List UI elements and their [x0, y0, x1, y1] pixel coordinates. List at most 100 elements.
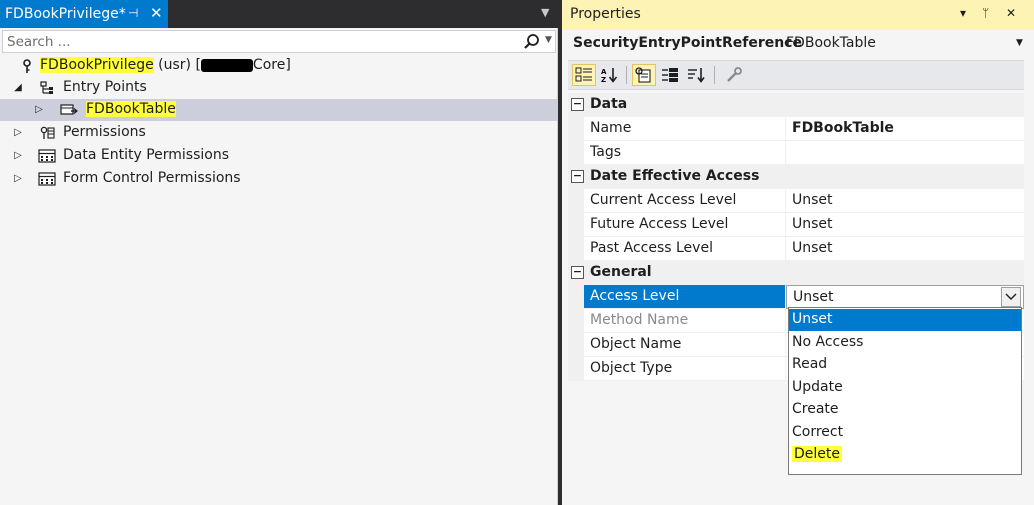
property-value[interactable]: FDBookTable — [786, 117, 1024, 141]
sort-alphabetical-icon: A Z — [601, 68, 618, 83]
entry-point-icon — [60, 104, 78, 115]
category-label: Date Effective Access — [590, 168, 760, 184]
tree-node-label: Form Control Permissions — [63, 170, 241, 186]
tree-node-label: Data Entity Permissions — [63, 147, 230, 163]
category-data[interactable]: − Data — [568, 93, 1024, 117]
property-pages-icon — [662, 68, 678, 82]
collapsed-arrow-icon[interactable]: ▷ — [13, 127, 23, 138]
property-row-current-access-level[interactable]: Current Access Level Unset — [568, 189, 1024, 213]
search-input[interactable] — [7, 33, 507, 50]
dropdown-option-read[interactable]: Read — [789, 354, 1021, 376]
chevron-down-icon[interactable] — [1001, 287, 1021, 307]
collapsed-arrow-icon[interactable]: ▷ — [13, 150, 23, 161]
document-tab-bar: FDBookPrivilege* ⊣ ✕ ▼ — [0, 0, 558, 28]
property-name: Name — [584, 117, 786, 141]
alphabetical-button[interactable]: A Z — [598, 64, 622, 86]
property-row-tags[interactable]: Tags — [568, 141, 1024, 165]
window-position-dropdown-icon[interactable]: ▾ — [960, 6, 966, 20]
access-level-dropdown-list: Unset No Access Read Update Create Corre… — [788, 307, 1022, 475]
pin-icon[interactable]: ᛘ — [982, 6, 989, 20]
sort-icon — [688, 68, 705, 83]
tab-list-dropdown-icon[interactable]: ▼ — [541, 6, 549, 19]
property-value[interactable]: Unset — [786, 213, 1024, 237]
object-type-label: SecurityEntryPointReference — [573, 35, 802, 51]
search-options-dropdown-icon[interactable]: ▼ — [545, 35, 552, 45]
table-icon — [38, 149, 56, 163]
property-name: Access Level — [584, 285, 786, 309]
object-selector[interactable]: SecurityEntryPointReference FDBookTable … — [568, 33, 1024, 55]
properties-title: Properties — [570, 6, 641, 22]
entry-points-icon — [40, 81, 53, 94]
properties-icon — [635, 67, 651, 83]
property-value[interactable] — [786, 141, 1024, 165]
collapse-icon[interactable]: − — [571, 170, 584, 183]
tree-node-root[interactable]: FDBookPrivilege (usr) [Core] — [0, 55, 557, 77]
dropdown-option-unset[interactable]: Unset — [789, 309, 1021, 331]
property-value[interactable]: Unset — [786, 189, 1024, 213]
close-icon[interactable]: ✕ — [1006, 6, 1016, 20]
property-row-past-access-level[interactable]: Past Access Level Unset — [568, 237, 1024, 261]
property-name: Tags — [584, 141, 786, 165]
sort-button[interactable] — [684, 64, 708, 86]
key-icon — [23, 59, 31, 73]
access-level-combobox[interactable]: Unset — [786, 285, 1024, 309]
collapse-icon[interactable]: − — [571, 98, 584, 111]
tree-node-form-control-permissions[interactable]: ▷ Form Control Permissions — [0, 168, 557, 190]
combobox-value: Unset — [793, 289, 834, 305]
dropdown-option-create[interactable]: Create — [789, 399, 1021, 421]
toolbar-separator — [626, 66, 627, 84]
property-name: Object Name — [584, 333, 786, 357]
property-name: Method Name — [584, 309, 786, 333]
property-value[interactable]: Unset — [786, 237, 1024, 261]
tree-node-label: Entry Points — [63, 79, 147, 95]
dropdown-option-no-access[interactable]: No Access — [789, 332, 1021, 354]
dropdown-option-delete[interactable]: Delete — [789, 444, 1021, 466]
collapsed-arrow-icon[interactable]: ▷ — [34, 104, 44, 115]
object-name-label: FDBookTable — [786, 35, 876, 51]
categorized-button[interactable] — [572, 64, 596, 86]
search-bar: ▼ — [2, 30, 556, 53]
collapsed-arrow-icon[interactable]: ▷ — [13, 173, 23, 184]
document-tab-title: FDBookPrivilege* — [5, 6, 126, 22]
property-pages-button[interactable] — [722, 64, 746, 86]
property-name: Past Access Level — [584, 237, 786, 261]
events-button[interactable] — [658, 64, 682, 86]
categorized-icon — [575, 67, 592, 82]
document-tab[interactable]: FDBookPrivilege* ⊣ ✕ — [0, 0, 168, 28]
pin-icon[interactable]: ⊣ — [128, 6, 138, 20]
property-name: Future Access Level — [584, 213, 786, 237]
tree-node-data-entity-permissions[interactable]: ▷ Data Entity Permissions — [0, 145, 557, 167]
collapse-icon[interactable]: − — [571, 266, 584, 279]
close-icon[interactable]: ✕ — [150, 4, 163, 22]
category-general[interactable]: − General — [568, 261, 1024, 285]
svg-text:Z: Z — [601, 76, 606, 83]
category-label: Data — [590, 96, 628, 112]
highlighted-text: Delete — [792, 446, 842, 462]
dropdown-option-update[interactable]: Update — [789, 377, 1021, 399]
tree-node-label: FDBookPrivilege (usr) [Core] — [40, 57, 291, 73]
properties-titlebar: Properties ▾ ᛘ ✕ — [562, 0, 1034, 30]
form-icon — [38, 172, 56, 186]
tree-node-permissions[interactable]: ▷ Permissions — [0, 122, 557, 144]
redacted-block — [200, 58, 253, 72]
properties-toolbar: A Z — [568, 60, 1024, 90]
property-row-future-access-level[interactable]: Future Access Level Unset — [568, 213, 1024, 237]
category-label: General — [590, 264, 652, 280]
tree-node-label: Permissions — [63, 124, 146, 140]
properties-button[interactable] — [632, 64, 656, 86]
expanded-arrow-icon[interactable]: ◢ — [13, 82, 23, 93]
property-name: Current Access Level — [584, 189, 786, 213]
chevron-down-icon[interactable]: ▼ — [1016, 38, 1023, 48]
search-icon[interactable] — [523, 33, 541, 51]
property-row-access-level[interactable]: Access Level Unset — [568, 285, 1024, 309]
toolbar-separator — [714, 66, 715, 84]
dropdown-option-correct[interactable]: Correct — [789, 422, 1021, 444]
element-designer-pane: FDBookPrivilege* ⊣ ✕ ▼ ▼ FDBookPrivilege… — [0, 0, 558, 505]
category-date-effective-access[interactable]: − Date Effective Access — [568, 165, 1024, 189]
permissions-icon — [40, 126, 55, 139]
property-row-name[interactable]: Name FDBookTable — [568, 117, 1024, 141]
tree-node-entry-points[interactable]: ◢ Entry Points — [0, 77, 557, 99]
svg-text:A: A — [601, 68, 607, 76]
tree-node-fdbooktable[interactable]: ▷ FDBookTable — [0, 99, 557, 121]
wrench-icon — [727, 67, 742, 82]
